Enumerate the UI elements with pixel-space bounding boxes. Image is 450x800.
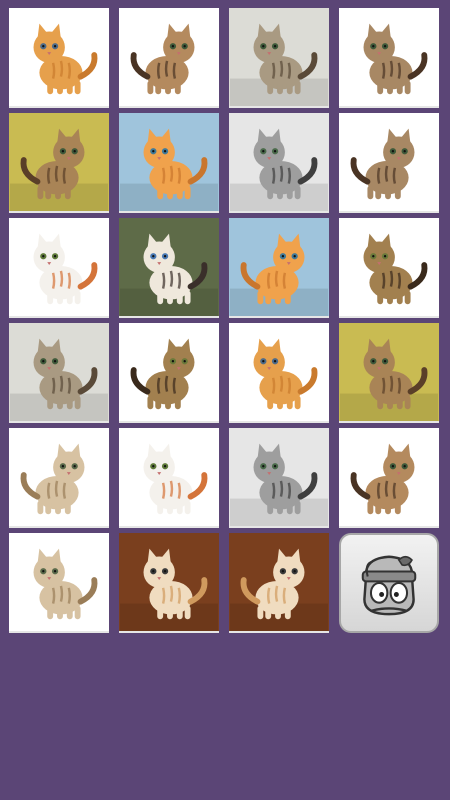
- memory-card[interactable]: [119, 218, 219, 318]
- memory-card[interactable]: [339, 323, 439, 423]
- memory-card[interactable]: [119, 428, 219, 528]
- siamese-cat-lying-icon: [120, 218, 218, 316]
- gray-tabby-walking-icon: [10, 323, 108, 421]
- cartoon-cat-mascot-icon: [361, 555, 417, 616]
- cream-kitten-rolling-icon: [10, 533, 108, 631]
- silver-tabby-lying-icon: [230, 428, 328, 526]
- white-cat-red-tail-icon: [120, 428, 218, 526]
- memory-card[interactable]: [9, 8, 109, 108]
- cream-kitten-wood-floor-icon: [230, 533, 328, 631]
- tabby-kitten-front-icon: [340, 113, 438, 211]
- memory-card[interactable]: [119, 8, 219, 108]
- white-cat-red-tail-icon: [10, 218, 108, 316]
- memory-card[interactable]: [229, 428, 329, 528]
- tabby-kitten-sitting-icon: [120, 8, 218, 106]
- memory-card[interactable]: [119, 323, 219, 423]
- silver-tabby-lying-icon: [230, 113, 328, 211]
- memory-card[interactable]: [229, 113, 329, 213]
- gray-tabby-walking-icon: [230, 8, 328, 106]
- memory-card[interactable]: [9, 533, 109, 633]
- tabby-kitten-sitting-icon: [340, 428, 438, 526]
- tabby-kitten-yellow-bg-icon: [10, 113, 108, 211]
- memory-card[interactable]: [9, 323, 109, 423]
- memory-card[interactable]: [9, 218, 109, 318]
- cream-kitten-wood-floor-icon: [120, 533, 218, 631]
- bengal-cat-standing-icon: [120, 323, 218, 421]
- memory-card[interactable]: [229, 533, 329, 633]
- cream-kitten-rolling-icon: [10, 428, 108, 526]
- memory-card[interactable]: [229, 8, 329, 108]
- memory-card[interactable]: [339, 8, 439, 108]
- memory-card[interactable]: [339, 113, 439, 213]
- orange-kitten-playing-icon: [230, 323, 328, 421]
- memory-card[interactable]: [9, 113, 109, 213]
- ginger-kitten-blue-bg-icon: [120, 113, 218, 211]
- orange-kitten-playing-icon: [10, 8, 108, 106]
- bengal-cat-standing-icon: [340, 218, 438, 316]
- memory-card-grid: [9, 8, 439, 633]
- cat-mascot-button[interactable]: [339, 533, 439, 633]
- memory-card[interactable]: [229, 218, 329, 318]
- memory-card[interactable]: [9, 428, 109, 528]
- tabby-kitten-front-icon: [340, 8, 438, 106]
- memory-card[interactable]: [119, 533, 219, 633]
- memory-card[interactable]: [339, 218, 439, 318]
- ginger-kitten-blue-bg-icon: [230, 218, 328, 316]
- memory-card[interactable]: [229, 323, 329, 423]
- memory-card[interactable]: [339, 428, 439, 528]
- memory-card[interactable]: [119, 113, 219, 213]
- tabby-kitten-yellow-bg-icon: [340, 323, 438, 421]
